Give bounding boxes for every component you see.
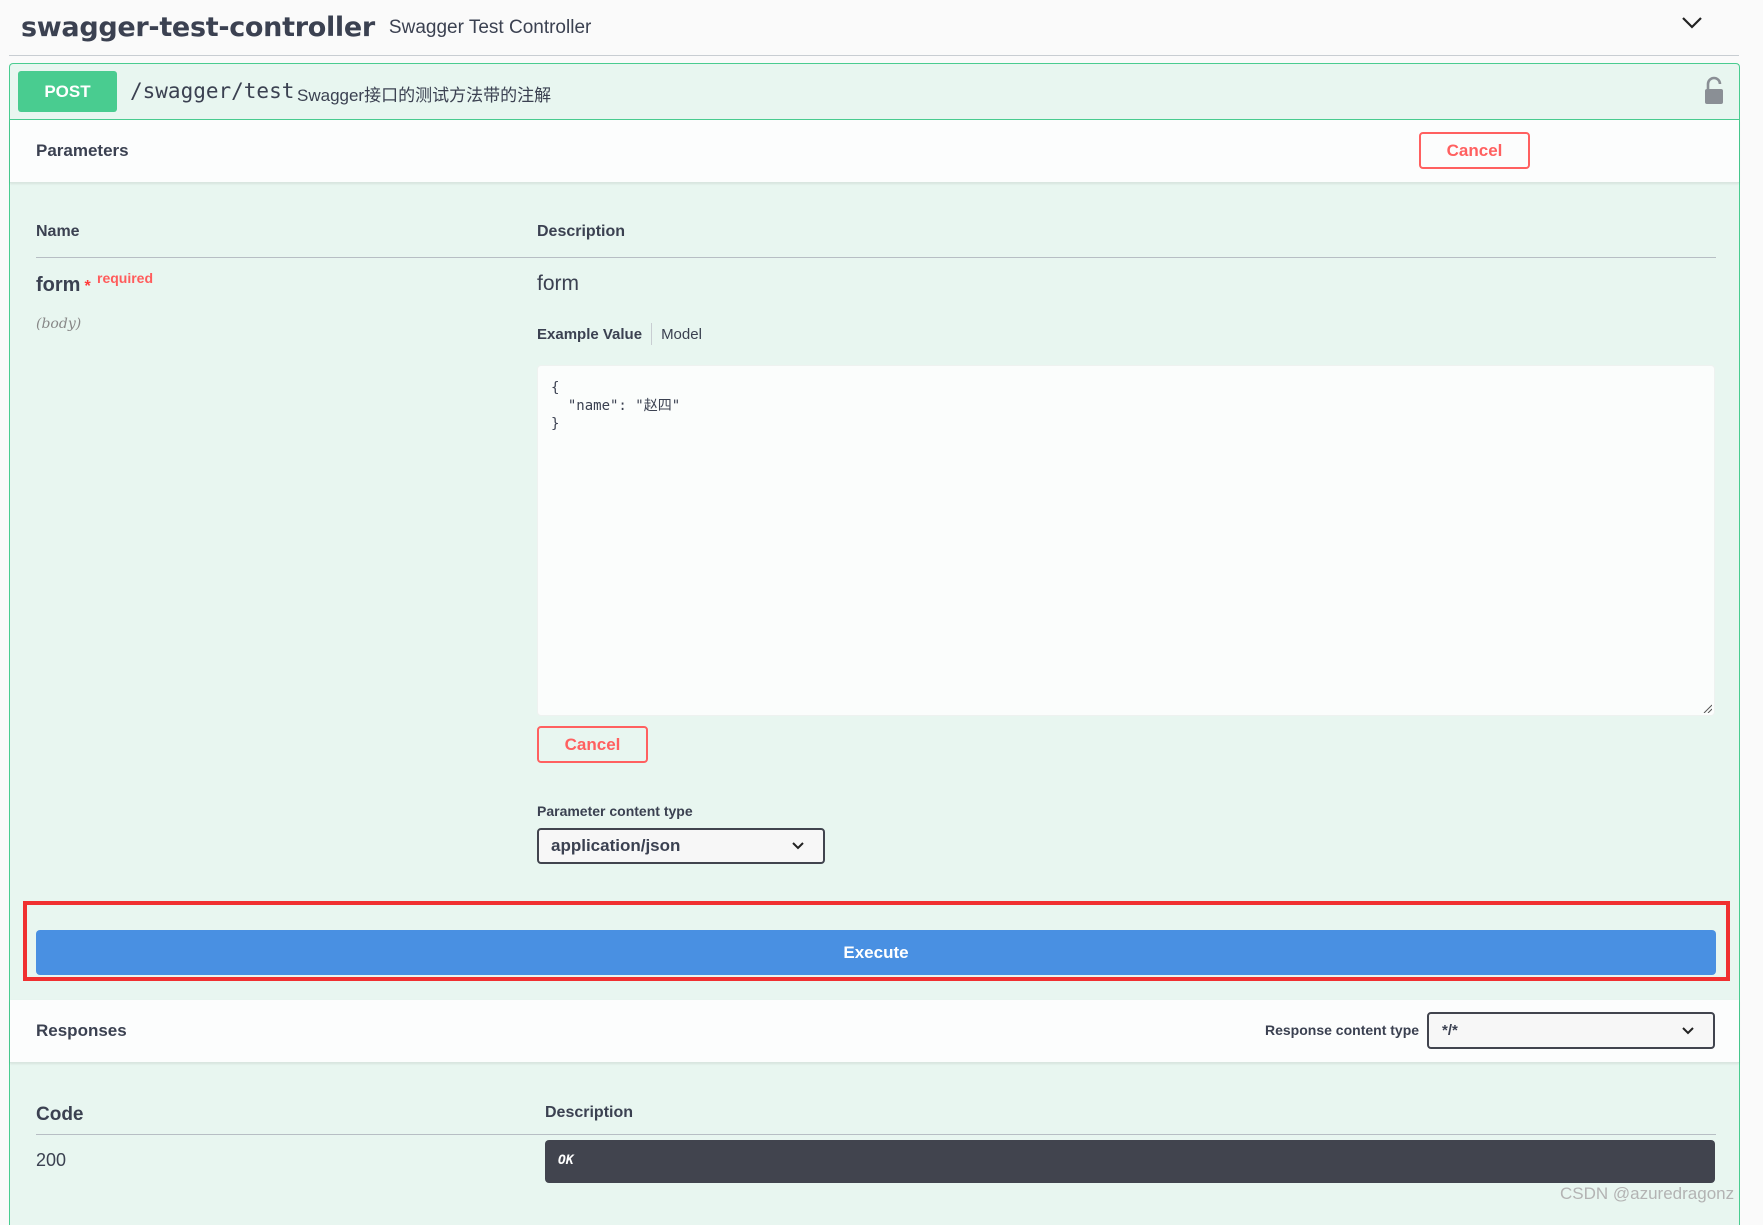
lock-icon[interactable] (1703, 76, 1725, 106)
responses-column-code: Code (36, 1104, 84, 1125)
parameter-location: (body) (36, 316, 82, 332)
resize-handle-icon[interactable] (1702, 703, 1712, 713)
parameters-divider (36, 257, 1716, 258)
parameter-name: form * (36, 274, 91, 297)
responses-divider (36, 1134, 1716, 1135)
response-content-type-label: Response content type (1265, 1022, 1420, 1038)
method-badge: POST (18, 71, 117, 112)
operation-summary-text: Swagger接口的测试方法带的注解 (297, 86, 552, 105)
tab-model[interactable]: Model (661, 326, 702, 343)
tag-header[interactable]: swagger-test-controller Swagger Test Con… (9, 0, 1739, 56)
responses-column-description: Description (545, 1104, 634, 1121)
chevron-down-icon[interactable] (1679, 10, 1705, 36)
response-code: 200 (36, 1150, 67, 1170)
watermark: CSDN @azuredragonz (1560, 1184, 1735, 1203)
responses-label: Responses (36, 1021, 127, 1040)
required-marker: * (84, 278, 91, 295)
operation-path: /swagger/test (130, 79, 295, 103)
required-label: required (97, 270, 154, 286)
parameter-content-type-select[interactable]: application/json (537, 828, 825, 864)
parameters-column-description: Description (537, 223, 626, 240)
tag-title: swagger-test-controller (21, 12, 375, 43)
request-body-value: { "name": "赵四" } (551, 380, 681, 432)
parameter-content-type-value: application/json (551, 836, 681, 855)
parameter-content-type-label: Parameter content type (537, 803, 693, 819)
chevron-down-icon (1682, 1026, 1694, 1034)
chevron-down-icon (792, 842, 804, 850)
parameters-header: Parameters Cancel (10, 120, 1739, 183)
tag-description: Swagger Test Controller (388, 16, 592, 38)
operation-summary[interactable]: POST /swagger/test Swagger接口的测试方法带的注解 (10, 64, 1739, 120)
tab-divider (651, 323, 653, 345)
response-description: OK (558, 1153, 574, 1168)
execute-button[interactable]: Execute (36, 930, 1716, 975)
cancel-try-out-button[interactable]: Cancel (1419, 132, 1530, 169)
cancel-body-button[interactable]: Cancel (537, 726, 648, 763)
parameters-label: Parameters (36, 141, 129, 160)
parameter-description: form (537, 272, 579, 295)
operation-block: POST /swagger/test Swagger接口的测试方法带的注解 Pa… (9, 63, 1740, 1225)
parameters-column-name: Name (36, 223, 80, 240)
request-body-textarea[interactable]: { "name": "赵四" } (537, 365, 1715, 716)
example-tabs: Example Value Model (537, 323, 702, 345)
response-content-type-value: */* (1442, 1022, 1458, 1039)
response-content-type-select[interactable]: */* (1427, 1012, 1715, 1049)
parameter-name-text: form (36, 274, 81, 296)
tab-example-value[interactable]: Example Value (537, 326, 642, 343)
response-description-box: OK (545, 1140, 1715, 1183)
